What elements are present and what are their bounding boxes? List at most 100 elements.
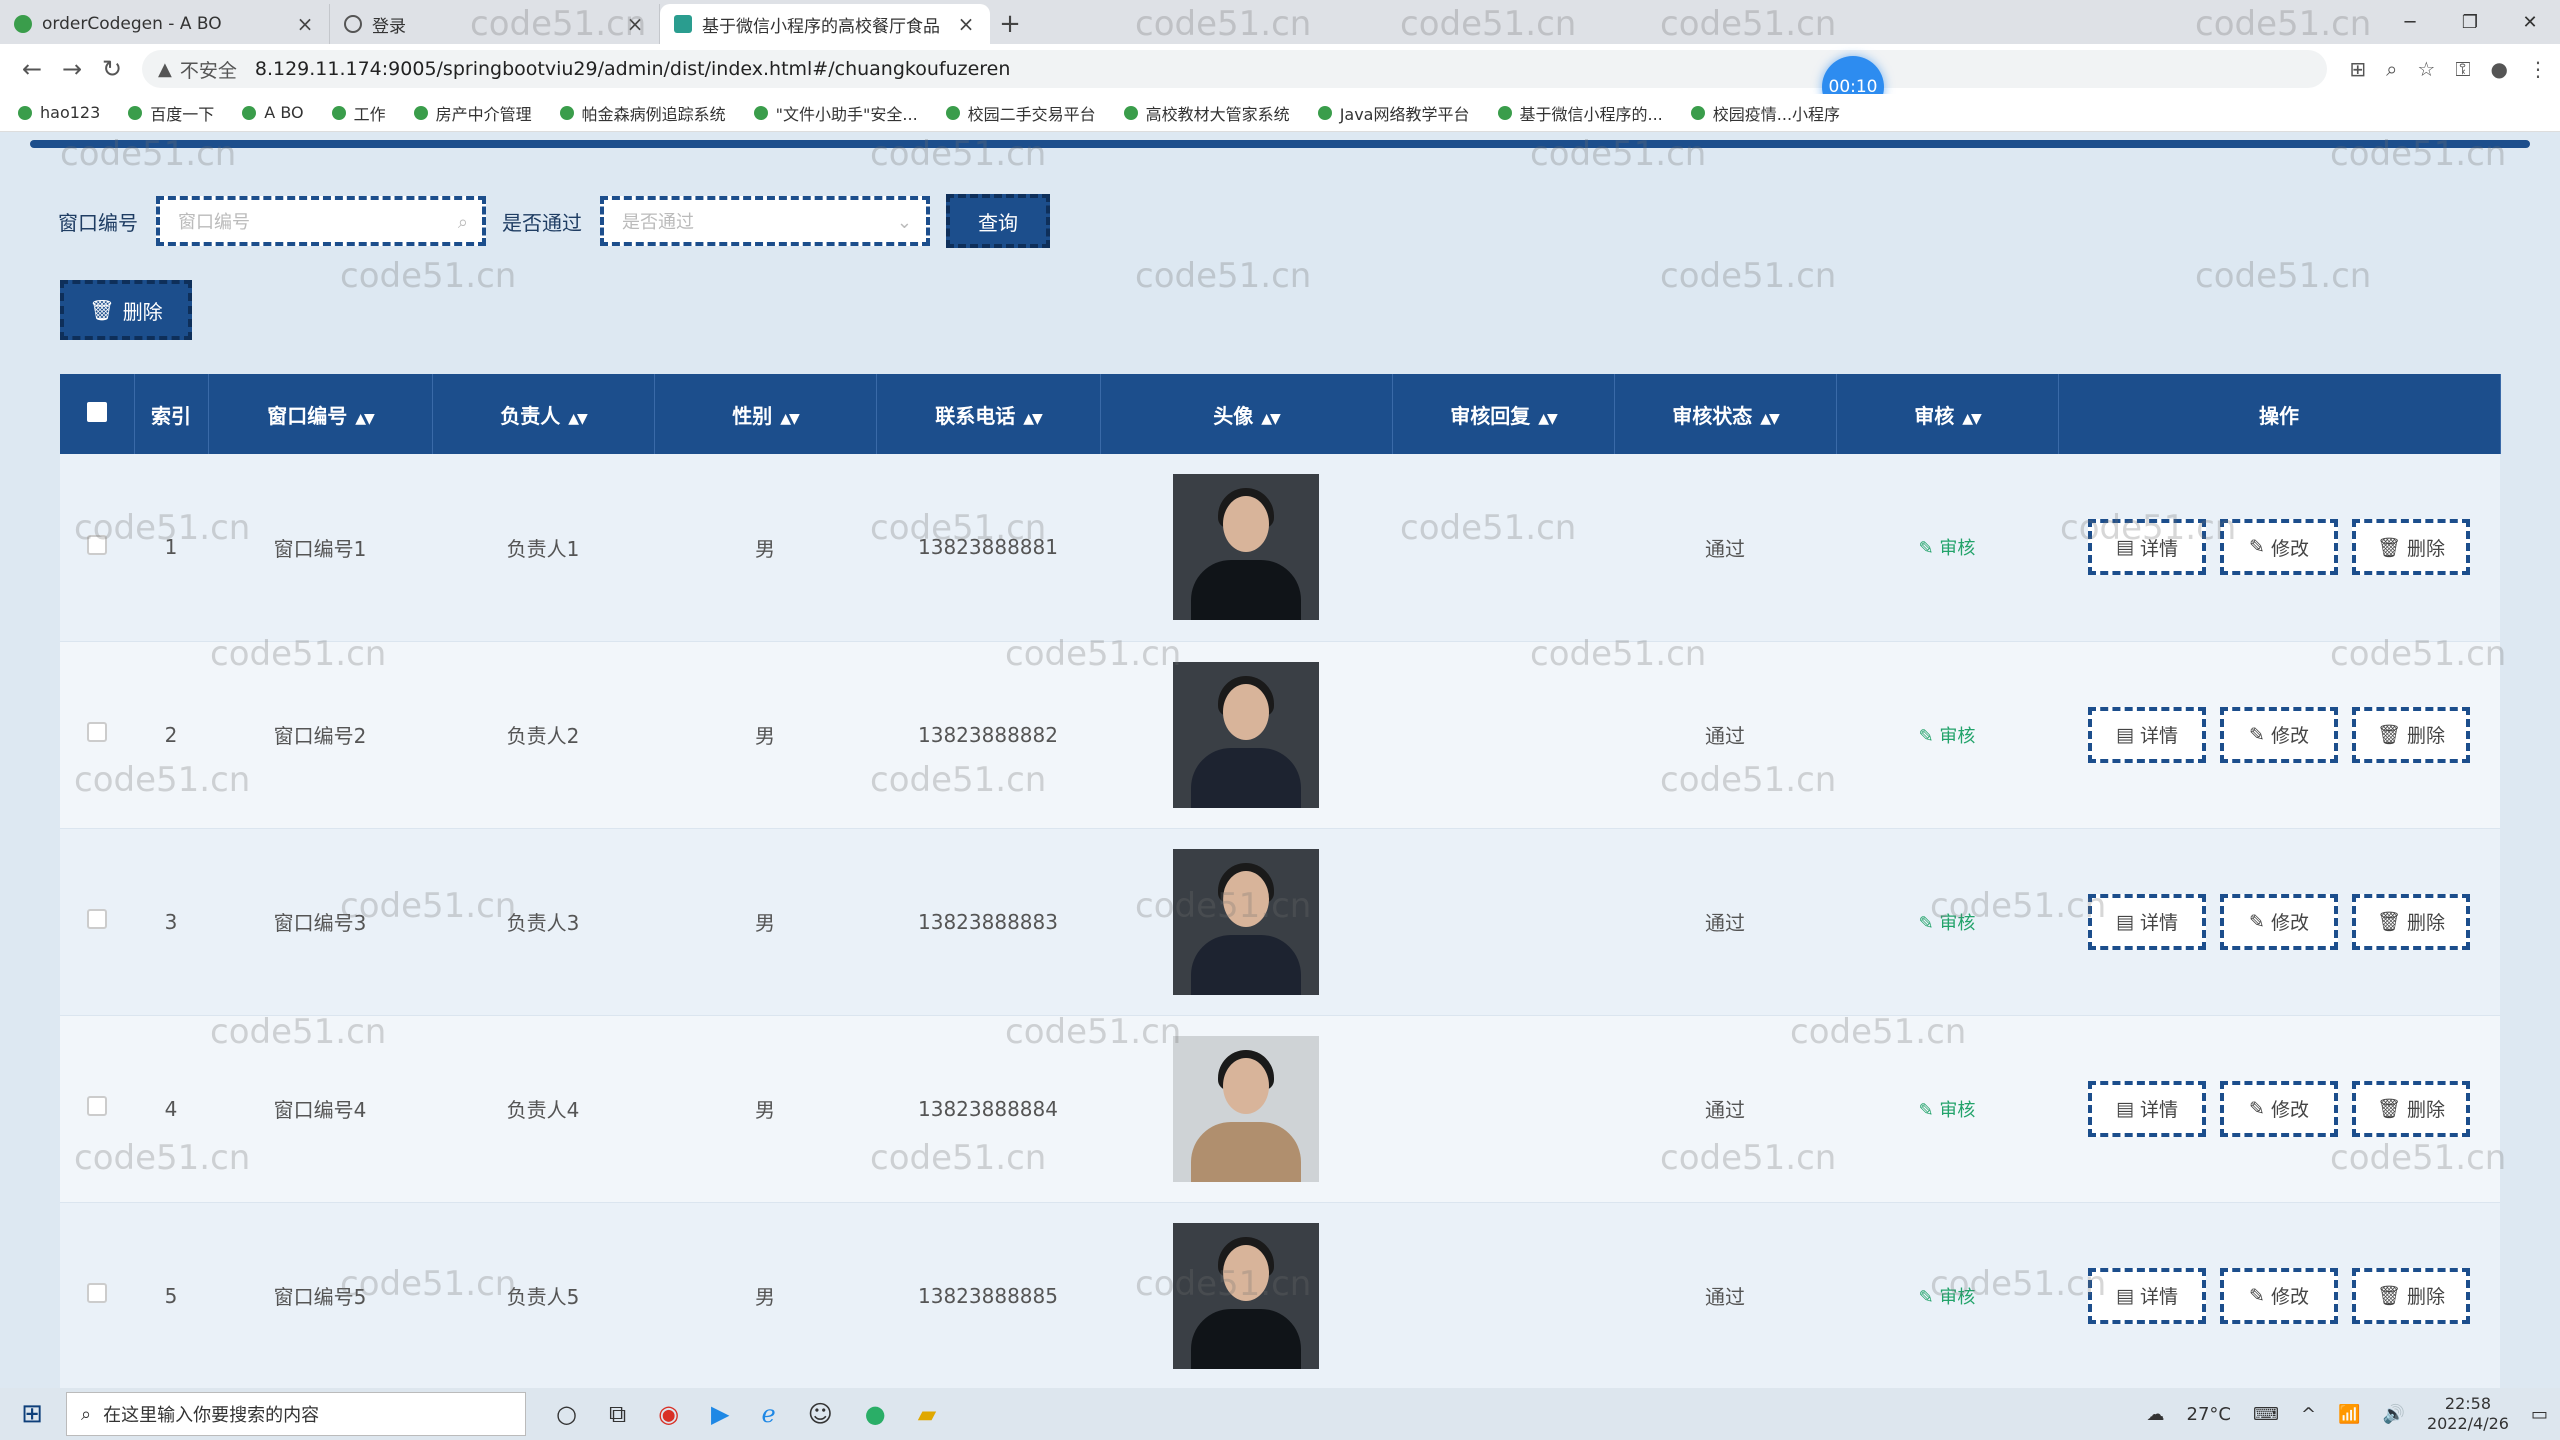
bookmark-item[interactable]: Java网络教学平台 [1317,101,1470,125]
avatar[interactable] [1173,1035,1319,1182]
header-phone[interactable]: 联系电话 ▲▼ [876,374,1101,454]
audit-link[interactable]: ✎ 审核 [1919,538,1976,559]
edit-button[interactable]: ✎ 修改 [2220,706,2338,763]
keyboard-icon[interactable]: ⌨ [2253,1404,2279,1425]
detail-button[interactable]: ▤ 详情 [2088,519,2206,576]
network-icon[interactable]: 📶 [2338,1404,2360,1425]
avatar-head [1223,496,1269,553]
sort-icon[interactable]: ▲▼ [1261,411,1280,427]
tab-login[interactable]: 登录 × [330,4,660,44]
detail-button[interactable]: ▤ 详情 [2088,706,2206,763]
audit-link[interactable]: ✎ 审核 [1919,1287,1976,1308]
bookmark-item[interactable]: 基于微信小程序的... [1497,101,1663,125]
avatar[interactable] [1173,848,1319,995]
close-window-button[interactable]: ✕ [2500,0,2560,44]
windows-start-icon[interactable]: ⊞ [12,1399,52,1429]
menu-icon[interactable]: ⋮ [2528,57,2548,81]
back-button[interactable]: ← [12,55,52,83]
profile-icon[interactable]: ● [2491,57,2508,81]
tab-ordercodegen[interactable]: orderCodegen - A BO × [0,4,330,44]
header-reply[interactable]: 审核回复 ▲▼ [1392,374,1615,454]
bookmark-item[interactable]: hao123 [18,103,100,122]
delete-button[interactable]: 🗑 删除 [2352,1080,2470,1137]
close-tab-icon[interactable]: × [956,12,976,36]
reload-button[interactable]: ↻ [92,55,132,83]
edit-button[interactable]: ✎ 修改 [2220,1080,2338,1137]
delete-button[interactable]: 🗑 删除 [2352,519,2470,576]
clock[interactable]: 22:58 2022/4/26 [2427,1394,2509,1434]
sort-icon[interactable]: ▲▼ [1023,411,1042,427]
bookmark-item[interactable]: 高校教材大管家系统 [1123,101,1290,125]
tab-current[interactable]: 基于微信小程序的高校餐厅食品 × [660,4,990,44]
taskbar-search-input[interactable]: ⌕ 在这里输入你要搜索的内容 [66,1392,526,1436]
audit-link[interactable]: ✎ 审核 [1919,726,1976,747]
avatar[interactable] [1173,661,1319,808]
header-person[interactable]: 负责人 ▲▼ [432,374,655,454]
star-icon[interactable]: ☆ [2417,57,2435,81]
sort-icon[interactable]: ▲▼ [568,411,587,427]
detail-button[interactable]: ▤ 详情 [2088,893,2206,950]
sort-icon[interactable]: ▲▼ [1538,411,1557,427]
batch-delete-button[interactable]: 🗑 删除 [60,280,192,340]
bookmark-item[interactable]: 百度一下 [128,101,214,125]
translate-icon[interactable]: ⊞ [2349,57,2366,81]
close-tab-icon[interactable]: × [295,12,315,36]
header-gender[interactable]: 性别 ▲▼ [654,374,877,454]
select-all-checkbox[interactable] [60,374,135,454]
forward-button[interactable]: → [52,55,92,83]
chevron-up-icon[interactable]: ^ [2301,1404,2316,1425]
maximize-button[interactable]: ❐ [2440,0,2500,44]
row-checkbox[interactable] [60,454,134,642]
avatar[interactable] [1173,474,1319,621]
app-icon[interactable]: ☺ [808,1400,833,1428]
chrome-icon[interactable]: ◉ [658,1400,679,1428]
edit-button[interactable]: ✎ 修改 [2220,1267,2338,1324]
row-checkbox[interactable] [60,641,134,829]
bookmark-item[interactable]: 工作 [331,101,386,125]
sort-icon[interactable]: ▲▼ [780,411,799,427]
zoom-icon[interactable]: ⌕ [2386,57,2397,81]
new-tab-button[interactable]: + [990,4,1030,44]
window-number-input[interactable]: 窗口编号 ⌕ [156,196,486,246]
bookmark-item[interactable]: 校园二手交易平台 [945,101,1096,125]
close-tab-icon[interactable]: × [625,12,645,36]
bookmark-item[interactable]: "文件小助手"安全... [753,101,918,125]
delete-button[interactable]: 🗑 删除 [2352,706,2470,763]
volume-icon[interactable]: 🔊 [2383,1404,2405,1425]
pass-select[interactable]: 是否通过 ⌄ [600,196,930,246]
audit-link[interactable]: ✎ 审核 [1919,1100,1976,1121]
sort-icon[interactable]: ▲▼ [1962,411,1981,427]
folder-icon[interactable]: ▰ [918,1400,936,1428]
row-checkbox[interactable] [60,828,134,1016]
bookmark-item[interactable]: 房产中介管理 [413,101,532,125]
header-audit[interactable]: 审核 ▲▼ [1836,374,2059,454]
cortana-icon[interactable]: ○ [556,1400,577,1428]
header-window[interactable]: 窗口编号 ▲▼ [208,374,433,454]
avatar[interactable] [1173,1222,1319,1369]
detail-button[interactable]: ▤ 详情 [2088,1080,2206,1137]
bookmark-item[interactable]: 帕金森病例追踪系统 [559,101,726,125]
task-view-icon[interactable]: ⧉ [609,1400,626,1428]
header-avatar[interactable]: 头像 ▲▼ [1100,374,1393,454]
notification-icon[interactable]: ▭ [2531,1404,2548,1425]
media-player-icon[interactable]: ▶ [711,1400,729,1428]
row-checkbox[interactable] [60,1202,134,1390]
sort-icon[interactable]: ▲▼ [1760,411,1779,427]
bookmark-item[interactable]: A BO [242,103,304,122]
minimize-button[interactable]: ─ [2380,0,2440,44]
delete-button[interactable]: 🗑 删除 [2352,893,2470,950]
audit-link[interactable]: ✎ 审核 [1919,913,1976,934]
detail-button[interactable]: ▤ 详情 [2088,1267,2206,1324]
delete-button[interactable]: 🗑 删除 [2352,1267,2470,1324]
wechat-icon[interactable]: ● [865,1400,886,1428]
bookmark-item[interactable]: 校园疫情...小程序 [1690,101,1840,125]
edge-icon[interactable]: ℯ [762,1400,776,1428]
url-field[interactable]: ▲ 不安全 8.129.11.174:9005/springbootviu29/… [142,50,2328,88]
query-button[interactable]: 查询 [946,194,1050,248]
key-icon[interactable]: ⚿ [2455,57,2470,81]
row-checkbox[interactable] [60,1015,134,1203]
header-status[interactable]: 审核状态 ▲▼ [1614,374,1837,454]
edit-button[interactable]: ✎ 修改 [2220,519,2338,576]
edit-button[interactable]: ✎ 修改 [2220,893,2338,950]
sort-icon[interactable]: ▲▼ [355,411,374,427]
